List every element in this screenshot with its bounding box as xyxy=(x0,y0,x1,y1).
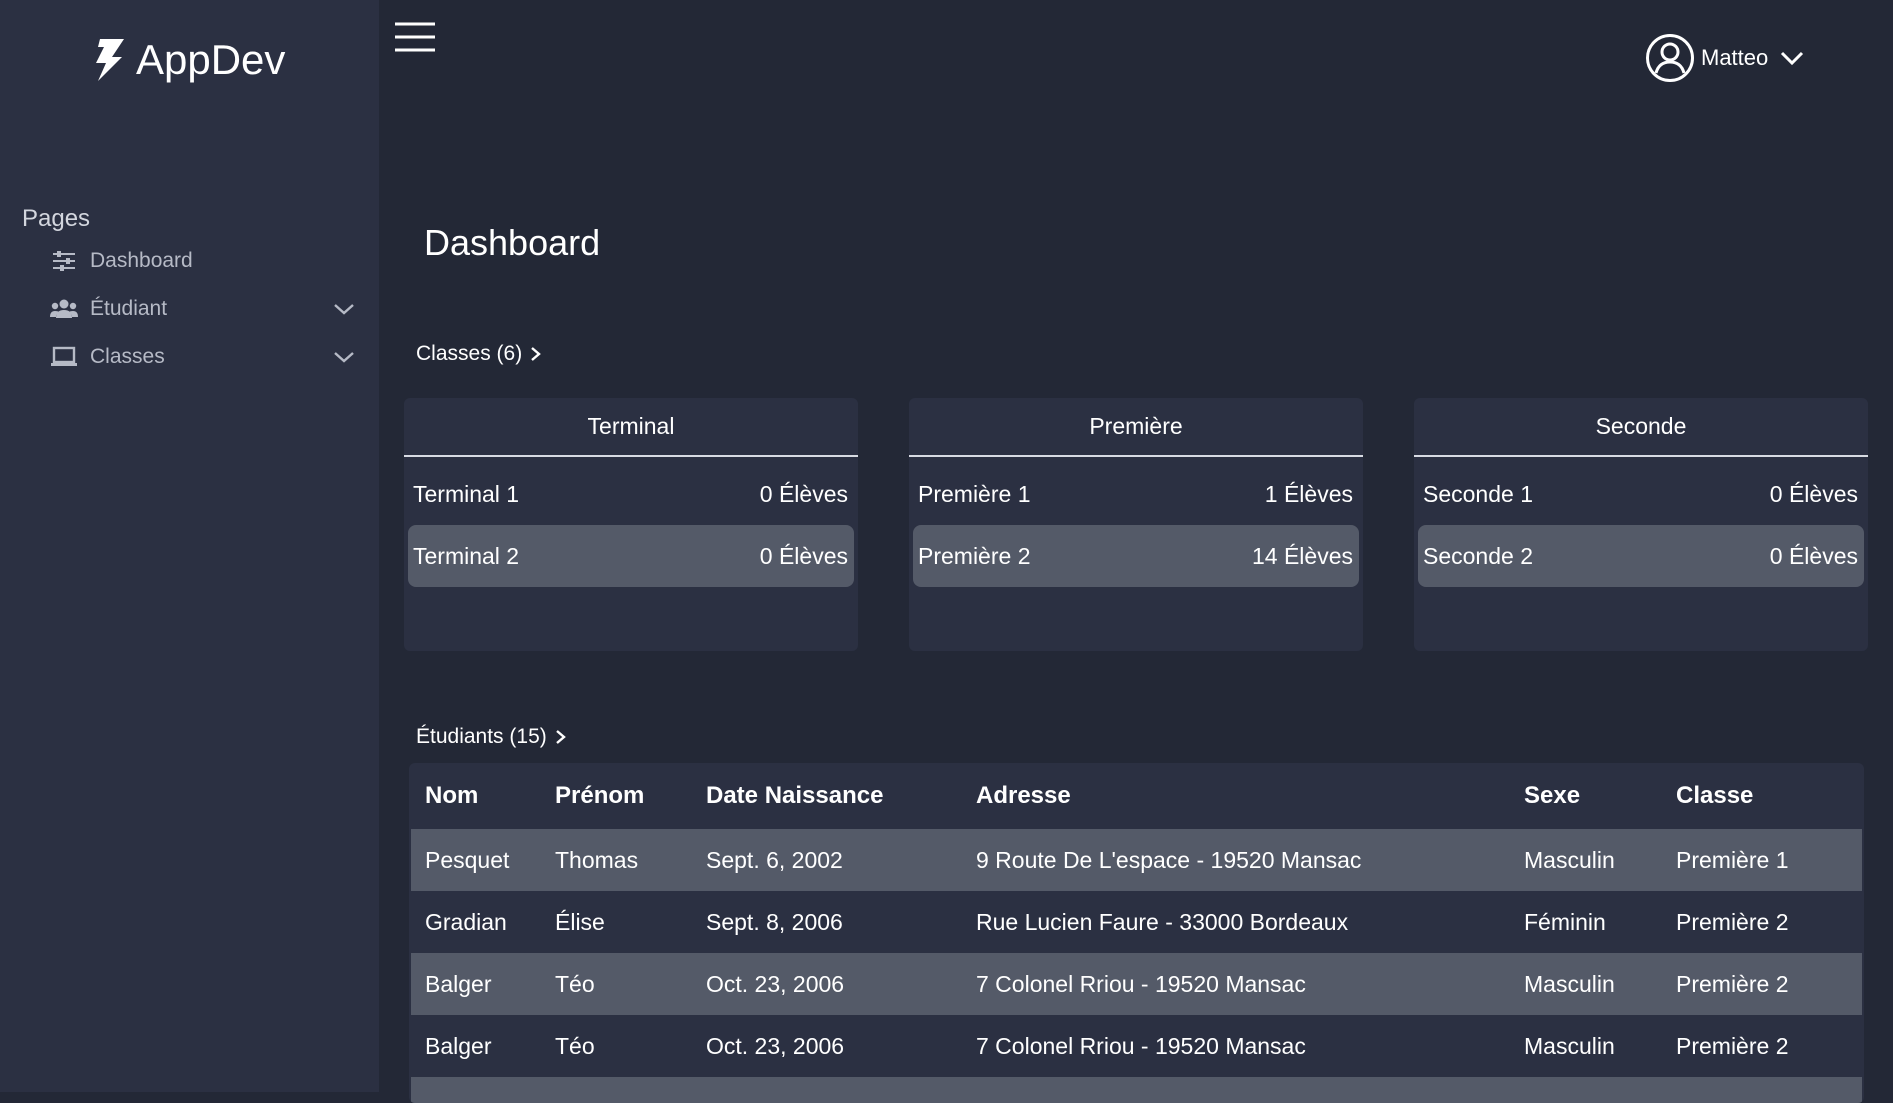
sidebar-item-label: Classes xyxy=(90,345,165,368)
cell-adresse: 7 Colonel Rriou - 19520 Mansac xyxy=(976,1032,1306,1059)
cell-prenom: Élise xyxy=(555,908,605,935)
class-name: Première 1 xyxy=(918,480,1031,507)
class-count: 0 Élèves xyxy=(759,542,848,569)
class-name: Seconde 1 xyxy=(1423,480,1533,507)
cell-adresse: Rue Lucien Faure - 33000 Bordeaux xyxy=(976,908,1349,935)
brand-logo[interactable]: AppDev xyxy=(92,36,285,84)
class-row[interactable]: Terminal 2 0 Élèves xyxy=(408,525,854,587)
cell-prenom: Thomas xyxy=(555,829,706,891)
sidebar-item-label: Étudiant xyxy=(90,297,168,320)
class-row[interactable]: Seconde 2 0 Élèves xyxy=(1418,525,1864,587)
table-row[interactable] xyxy=(411,1077,1862,1103)
table-row[interactable]: Pesquet Thomas Sept. 6, 2002 9 Route De … xyxy=(411,829,1862,891)
chevron-right-icon xyxy=(555,730,566,744)
cell-adresse: 9 Route De L'espace - 19520 Mansac xyxy=(976,829,1524,891)
class-count: 0 Élèves xyxy=(1769,480,1858,507)
class-count: 14 Élèves xyxy=(1251,542,1353,569)
students-table: Nom Prénom Date Naissance Adresse Sexe C… xyxy=(409,763,1864,1103)
sidebar-item-dashboard[interactable]: Dashboard xyxy=(50,241,370,281)
chevron-down-icon[interactable] xyxy=(332,297,356,321)
cell-prenom: Téo xyxy=(555,1032,595,1059)
sidebar: AppDev Pages Dashboard Étudiant Classes xyxy=(0,0,379,1092)
chevron-down-icon xyxy=(1781,51,1804,66)
sidebar-section-label: Pages xyxy=(22,205,91,232)
students-link-label: Étudiants (15) xyxy=(416,725,547,748)
cell-nom: Gradian xyxy=(425,908,507,935)
cell-classe: Première 2 xyxy=(1676,1032,1789,1059)
cell-sexe: Masculin xyxy=(1524,953,1676,1015)
class-count: 0 Élèves xyxy=(1769,542,1858,569)
class-card-terminal: Terminal Terminal 1 0 Élèves Terminal 2 … xyxy=(404,398,858,651)
class-row[interactable]: Seconde 1 0 Élèves xyxy=(1418,463,1864,525)
cell-classe: Première 2 xyxy=(1676,908,1789,935)
sidebar-item-etudiant[interactable]: Étudiant xyxy=(50,289,370,329)
table-row[interactable]: Balger Téo Oct. 23, 2006 7 Colonel Rriou… xyxy=(411,1015,1862,1077)
users-icon xyxy=(50,297,78,321)
card-title: Seconde xyxy=(1414,398,1868,457)
cell-adresse: 7 Colonel Rriou - 19520 Mansac xyxy=(976,953,1524,1015)
cell-date-naissance: Oct. 23, 2006 xyxy=(706,953,976,1015)
cell-classe: Première 2 xyxy=(1676,953,1862,1015)
user-name: Matteo xyxy=(1701,45,1769,70)
classes-link-label: Classes (6) xyxy=(416,342,523,365)
cell-date-naissance: Sept. 6, 2002 xyxy=(706,829,976,891)
column-header-nom[interactable]: Nom xyxy=(411,763,555,829)
class-card-seconde: Seconde Seconde 1 0 Élèves Seconde 2 0 É… xyxy=(1414,398,1868,651)
class-card-premiere: Première Première 1 1 Élèves Première 2 … xyxy=(909,398,1363,651)
chevron-right-icon xyxy=(531,347,542,361)
class-row[interactable]: Terminal 1 0 Élèves xyxy=(408,463,854,525)
cell-sexe: Masculin xyxy=(1524,829,1676,891)
cell-nom: Pesquet xyxy=(411,829,555,891)
column-header-adresse[interactable]: Adresse xyxy=(976,763,1524,829)
page-title: Dashboard xyxy=(424,222,601,263)
cell-nom: Balger xyxy=(425,1032,492,1059)
bolt-icon xyxy=(96,39,124,81)
class-row[interactable]: Première 1 1 Élèves xyxy=(913,463,1359,525)
cell-date-naissance: Sept. 8, 2006 xyxy=(706,908,843,935)
class-count: 0 Élèves xyxy=(759,480,848,507)
class-name: Seconde 2 xyxy=(1423,542,1533,569)
table-header-row: Nom Prénom Date Naissance Adresse Sexe C… xyxy=(411,763,1862,829)
sidebar-item-label: Dashboard xyxy=(90,249,193,272)
classes-link[interactable]: Classes (6) xyxy=(416,342,544,366)
sliders-icon xyxy=(50,249,78,273)
brand-name: AppDev xyxy=(136,36,286,83)
class-name: Terminal 1 xyxy=(413,480,520,507)
table-row[interactable]: Gradian Élise Sept. 8, 2006 Rue Lucien F… xyxy=(411,891,1862,953)
cell-nom: Balger xyxy=(411,953,555,1015)
class-row[interactable]: Première 2 14 Élèves xyxy=(913,525,1359,587)
class-count: 1 Élèves xyxy=(1264,480,1353,507)
column-header-prenom[interactable]: Prénom xyxy=(555,763,706,829)
students-link[interactable]: Étudiants (15) xyxy=(416,725,569,749)
chevron-down-icon[interactable] xyxy=(332,345,356,369)
sidebar-item-classes[interactable]: Classes xyxy=(50,337,370,377)
cell-prenom: Téo xyxy=(555,953,706,1015)
cell-sexe: Masculin xyxy=(1524,1032,1615,1059)
column-header-sexe[interactable]: Sexe xyxy=(1524,763,1676,829)
card-title: Première xyxy=(909,398,1363,457)
user-circle-icon xyxy=(1646,34,1694,82)
column-header-date-naissance[interactable]: Date Naissance xyxy=(706,763,976,829)
cell-date-naissance: Oct. 23, 2006 xyxy=(706,1032,845,1059)
column-header-classe[interactable]: Classe xyxy=(1676,763,1862,829)
class-name: Terminal 2 xyxy=(413,542,520,569)
table-row[interactable]: Balger Téo Oct. 23, 2006 7 Colonel Rriou… xyxy=(411,953,1862,1015)
hamburger-icon[interactable] xyxy=(393,20,437,54)
laptop-icon xyxy=(50,345,78,369)
cell-classe: Première 1 xyxy=(1676,829,1862,891)
class-name: Première 2 xyxy=(918,542,1031,569)
cell-sexe: Féminin xyxy=(1524,908,1606,935)
card-title: Terminal xyxy=(404,398,858,457)
user-menu[interactable]: Matteo xyxy=(1645,32,1806,84)
